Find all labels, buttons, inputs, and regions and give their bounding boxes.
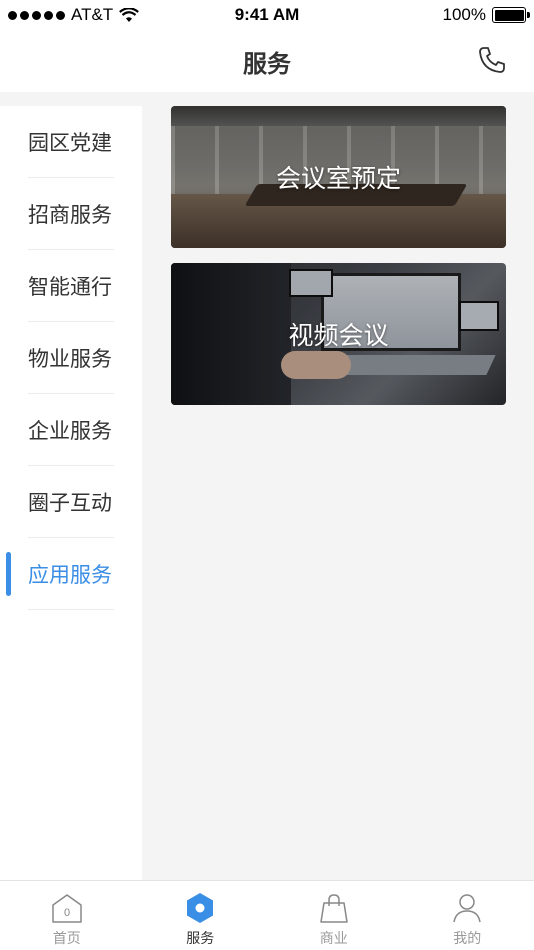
content-area: 园区党建 招商服务 智能通行 物业服务 企业服务 圈子互动 应用服务 会议室预定… bbox=[0, 92, 534, 880]
meeting-room-booking-card[interactable]: 会议室预定 bbox=[171, 106, 506, 248]
sidebar-item-enterprise-service[interactable]: 企业服务 bbox=[28, 394, 114, 466]
sidebar-item-label: 物业服务 bbox=[28, 346, 112, 371]
card-title: 视频会议 bbox=[288, 321, 389, 350]
service-hexagon-icon bbox=[187, 893, 214, 923]
home-icon: 0 bbox=[52, 894, 82, 923]
battery-percent: 100% bbox=[442, 5, 486, 24]
sidebar-item-party-building[interactable]: 园区党建 bbox=[28, 106, 114, 178]
service-card-list: 会议室预定 视频会议 bbox=[171, 106, 506, 420]
nav-bar: 服务 bbox=[0, 30, 534, 92]
carrier-label: AT&T bbox=[71, 5, 114, 24]
card-title: 会议室预定 bbox=[275, 164, 401, 193]
tab-service[interactable]: 服务 bbox=[134, 881, 268, 950]
sidebar-item-label: 圈子互动 bbox=[28, 490, 112, 515]
sidebar-item-property-service[interactable]: 物业服务 bbox=[28, 322, 114, 394]
svg-text:0: 0 bbox=[64, 907, 70, 919]
tab-bar: 0 首页 服务 商业 我的 bbox=[0, 880, 534, 950]
tab-home[interactable]: 0 首页 bbox=[0, 881, 134, 950]
status-bar: AT&T 9:41 AM 100% bbox=[0, 0, 534, 30]
battery-icon bbox=[492, 7, 530, 23]
tab-label: 服务 bbox=[186, 931, 215, 947]
sidebar-item-community[interactable]: 圈子互动 bbox=[28, 466, 114, 538]
wifi-icon bbox=[119, 7, 140, 22]
sidebar-item-label: 应用服务 bbox=[28, 562, 112, 587]
status-left: AT&T bbox=[8, 5, 140, 25]
status-right: 100% bbox=[442, 5, 530, 25]
sidebar-item-smart-access[interactable]: 智能通行 bbox=[28, 250, 114, 322]
sidebar-item-app-service[interactable]: 应用服务 bbox=[6, 538, 114, 610]
tab-business[interactable]: 商业 bbox=[267, 881, 401, 950]
sidebar-item-investment-service[interactable]: 招商服务 bbox=[28, 178, 114, 250]
sidebar-item-label: 企业服务 bbox=[28, 418, 112, 443]
phone-icon[interactable] bbox=[476, 44, 508, 76]
video-meeting-card[interactable]: 视频会议 bbox=[171, 263, 506, 405]
sidebar-item-label: 招商服务 bbox=[28, 202, 112, 227]
signal-strength-icon bbox=[8, 10, 65, 20]
shopping-bag-icon bbox=[320, 894, 348, 923]
category-sidebar: 园区党建 招商服务 智能通行 物业服务 企业服务 圈子互动 应用服务 bbox=[0, 106, 142, 880]
tab-label: 首页 bbox=[52, 931, 81, 947]
profile-icon bbox=[453, 894, 481, 923]
sidebar-item-label: 智能通行 bbox=[28, 274, 112, 299]
tab-label: 我的 bbox=[453, 931, 482, 947]
page-title: 服务 bbox=[243, 50, 291, 78]
tab-label: 商业 bbox=[319, 931, 348, 947]
sidebar-item-label: 园区党建 bbox=[28, 130, 112, 155]
tab-mine[interactable]: 我的 bbox=[401, 881, 534, 950]
